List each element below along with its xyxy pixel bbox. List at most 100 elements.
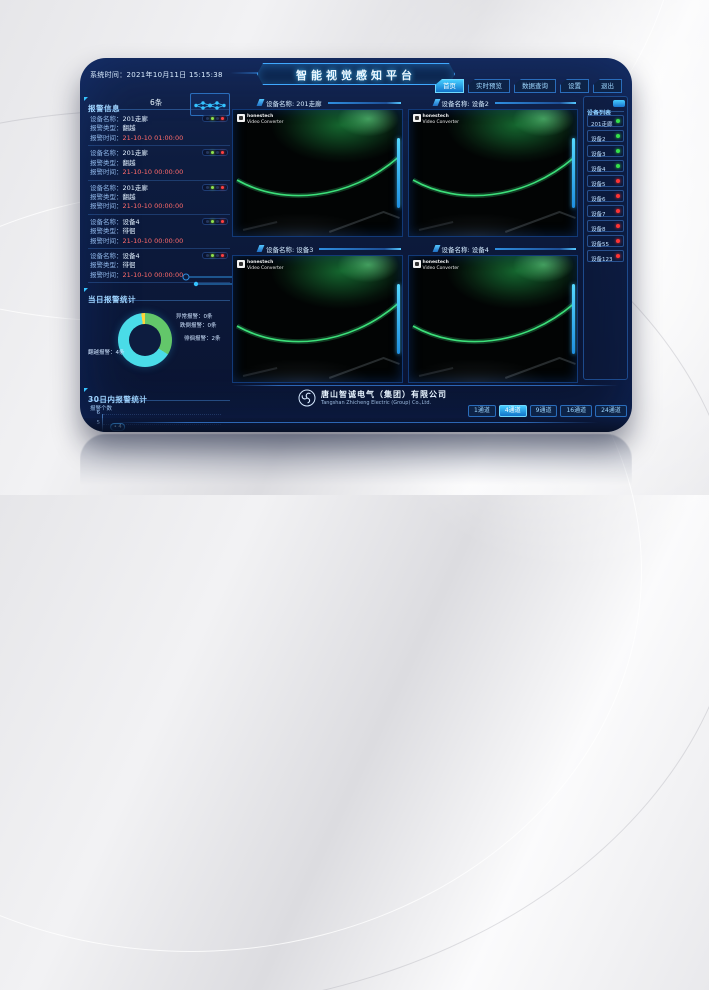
alarm-field-label: 报警时间： (90, 202, 123, 210)
alarm-entry[interactable]: 设备名称：201走廊报警类型：翻越报警时间：21-10-10 00:00:00 (88, 181, 230, 215)
led-dot (216, 117, 219, 120)
watermark: honestechVideo Converter (413, 114, 459, 125)
slash-icon (257, 245, 265, 252)
alarm-field-value: 翻越 (123, 124, 136, 132)
device-list-item[interactable]: 设备123 (587, 250, 624, 262)
nav-button[interactable]: 实时预览 (468, 79, 510, 93)
bar-chart-ytick: 6 (97, 411, 101, 417)
alarm-field-value: 设备4 (123, 252, 140, 260)
alarm-field-value: 翻越 (123, 159, 136, 167)
device-list-item[interactable]: 设备55 (587, 235, 624, 247)
video-feed[interactable]: honestechVideo Converter (408, 255, 579, 383)
device-status-dot (616, 194, 620, 198)
video-card[interactable]: 设备名称: 设备3 honestechVideo Converter (232, 242, 403, 383)
device-list-tab[interactable] (613, 100, 625, 107)
device-name: 设备55 (591, 242, 609, 248)
video-card[interactable]: 设备名称: 设备2honestechVideo Converter (408, 96, 579, 237)
donut-label: 翻越报警：4条 (88, 348, 125, 356)
device-status-dot (616, 254, 620, 258)
watermark-line2: Video Converter (247, 120, 283, 126)
channel-button[interactable]: 1通道 (468, 405, 496, 417)
watermark-icon (413, 260, 421, 268)
video-scrollbar[interactable] (397, 284, 400, 355)
watermark-text: honestechVideo Converter (247, 114, 283, 125)
led-dot (206, 151, 209, 154)
video-header-line (495, 102, 576, 104)
device-list-item[interactable]: 设备3 (587, 145, 624, 157)
watermark: honestechVideo Converter (237, 260, 283, 271)
nav-button[interactable]: 设置 (560, 79, 589, 93)
alarm-entry[interactable]: 设备名称：201走廊报警类型：翻越报警时间：21-10-10 01:00:00 (88, 112, 230, 146)
alarm-panel-header: 报警信息 6条 (88, 96, 230, 110)
watermark: honestechVideo Converter (237, 114, 283, 125)
nav-button[interactable]: 数据查询 (514, 79, 556, 93)
alarm-field-label: 报警时间： (90, 134, 123, 142)
device-list-item[interactable]: 设备8 (587, 220, 624, 232)
panel-bottom-line (114, 422, 598, 423)
alarm-field-value: 201走廊 (123, 115, 148, 123)
alarm-count-badge: 6条 (150, 97, 162, 108)
channel-button[interactable]: 4通道 (499, 405, 527, 417)
device-name: 设备2 (591, 137, 606, 143)
device-list-item[interactable]: 设备6 (587, 190, 624, 202)
device-name: 设备6 (591, 197, 606, 203)
led-dot (216, 220, 219, 223)
bar-chart-ylabel: 报警个数 (90, 404, 230, 412)
video-scrollbar[interactable] (397, 138, 400, 209)
watermark-text: honestechVideo Converter (247, 260, 283, 271)
led-strip-icon (202, 115, 228, 122)
device-status-dot (616, 239, 620, 243)
nav-button[interactable]: 退出 (593, 79, 622, 93)
main-nav: 首页实时预览数据查询设置退出 (435, 79, 622, 93)
panel-bottom-strip (80, 418, 632, 432)
alarm-field-value: 21-10-10 01:00:00 (123, 134, 184, 142)
device-list-item[interactable]: 设备5 (587, 175, 624, 187)
watermark-icon (237, 114, 245, 122)
donut-label: 异常报警：0条 (176, 312, 213, 320)
alarm-field-label: 报警类型： (90, 193, 123, 201)
video-card-header: 设备名称: 设备3 (232, 242, 403, 255)
video-card[interactable]: 设备名称: 201走廊 honestechVideo Converter (232, 96, 403, 237)
alarm-entry[interactable]: 设备名称：设备4报警类型：徘徊报警时间：21-10-10 00:00:00 (88, 215, 230, 249)
device-name: 设备5 (591, 182, 606, 188)
channel-button[interactable]: 24通道 (595, 405, 627, 417)
device-name: 设备3 (591, 152, 606, 158)
video-overlay (233, 256, 402, 382)
video-card[interactable]: 设备名称: 设备4honestechVideo Converter (408, 242, 579, 383)
nav-button[interactable]: 首页 (435, 79, 464, 93)
device-list-item[interactable]: 设备7 (587, 205, 624, 217)
led-dot (206, 220, 209, 223)
alarm-list: 设备名称：201走廊报警类型：翻越报警时间：21-10-10 01:00:00设… (88, 112, 230, 283)
video-scrollbar[interactable] (572, 284, 575, 355)
led-dot (221, 186, 224, 189)
video-feed[interactable]: honestechVideo Converter (408, 109, 579, 237)
video-card-header: 设备名称: 设备4 (408, 242, 579, 255)
alarm-entry[interactable]: 设备名称：201走廊报警类型：翻越报警时间：21-10-10 00:00:00 (88, 146, 230, 180)
watermark-line2: Video Converter (423, 266, 459, 272)
video-feed[interactable]: honestechVideo Converter (232, 255, 403, 383)
donut-hole (129, 324, 161, 356)
alarm-field-label: 报警类型： (90, 159, 123, 167)
device-list-item[interactable]: 设备4 (587, 160, 624, 172)
video-feed[interactable]: honestechVideo Converter (232, 109, 403, 237)
slash-icon (432, 245, 440, 252)
monthly-stats-title: 30日内报警统计 (88, 395, 147, 404)
device-list-item[interactable]: 201走廊 (587, 115, 624, 127)
video-card-header: 设备名称: 201走廊 (232, 96, 403, 109)
video-scrollbar[interactable] (572, 138, 575, 209)
device-status-dot (616, 209, 620, 213)
alarm-field: 报警类型：翻越 (90, 159, 228, 168)
alarm-field-label: 报警类型： (90, 227, 123, 235)
led-dot (221, 220, 224, 223)
channel-button[interactable]: 16通道 (560, 405, 592, 417)
company-brand: 唐山智诚电气（集团）有限公司 Tangshan Zhicheng Electri… (298, 389, 447, 407)
video-title: 设备名称: 设备3 (266, 244, 313, 254)
circuit-decoration-icon (180, 273, 236, 293)
led-dot (216, 254, 219, 257)
donut-ring (118, 313, 172, 367)
channel-button[interactable]: 9通道 (530, 405, 558, 417)
alarm-field: 报警类型：翻越 (90, 193, 228, 202)
device-list-item[interactable]: 设备2 (587, 130, 624, 142)
alarm-field-value: 21-10-10 00:00:00 (123, 168, 184, 176)
device-status-dot (616, 179, 620, 183)
